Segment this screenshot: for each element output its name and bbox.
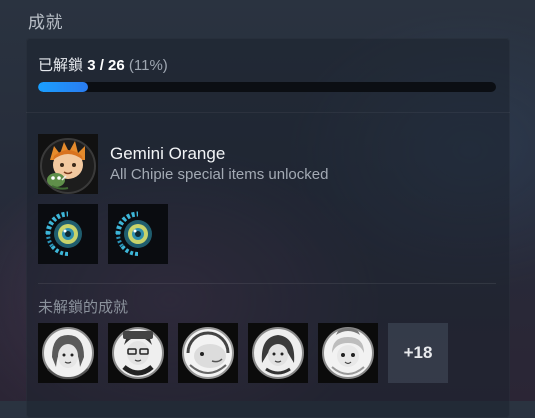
- progress-label: 已解鎖 3 / 26 (11%): [38, 54, 168, 75]
- more-locked-achievements-button[interactable]: +18: [388, 323, 448, 383]
- achievements-panel: 已解鎖 3 / 26 (11%) Gemini Orange All Chipi…: [26, 38, 510, 418]
- locked-portrait-3-icon[interactable]: [178, 323, 238, 383]
- progress-bar-fill: [38, 82, 89, 92]
- locked-portrait-4-icon[interactable]: [248, 323, 308, 383]
- progress-percent: (11%): [128, 57, 168, 74]
- progress-prefix: 已解鎖: [38, 57, 84, 74]
- achievement-description: All Chipie special items unlocked: [110, 166, 329, 183]
- achievement-name: Gemini Orange: [110, 144, 226, 163]
- divider: [38, 283, 496, 284]
- locked-portrait-5-icon[interactable]: [318, 323, 378, 383]
- locked-portrait-2-icon[interactable]: [108, 323, 168, 383]
- locked-achievements-title: 未解鎖的成就: [38, 299, 129, 316]
- progress-count: 3 / 26: [87, 57, 125, 74]
- divider: [26, 112, 510, 113]
- progress-bar: [38, 82, 496, 92]
- locked-portrait-1-icon[interactable]: [38, 323, 98, 383]
- blue-eye-achievement-icon[interactable]: [108, 204, 168, 264]
- blue-eye-achievement-icon[interactable]: [38, 204, 98, 264]
- gemini-orange-avatar-icon[interactable]: [38, 134, 98, 194]
- achievements-section-title: 成就: [28, 13, 63, 32]
